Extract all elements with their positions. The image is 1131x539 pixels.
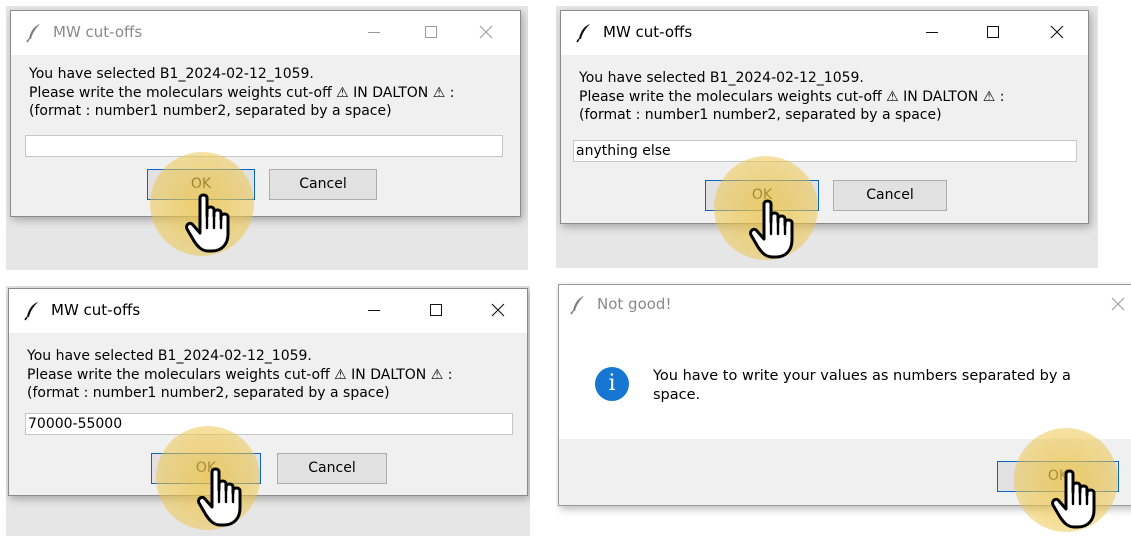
mw-cutoffs-dialog: MW cut-offs You have selected B1_2024-02… (8, 288, 528, 496)
close-icon[interactable] (1042, 17, 1072, 47)
feather-icon (569, 295, 589, 315)
prompt-line-2: Please write the moleculars weights cut-… (29, 84, 455, 101)
prompt-line-1: You have selected B1_2024-02-12_1059. (29, 66, 314, 82)
maximize-icon[interactable] (978, 17, 1008, 47)
screenshot-panel-2: MW cut-offs You have selected B1_2024-02… (556, 6, 1098, 268)
window-title: MW cut-offs (603, 23, 693, 41)
window-title: Not good! (597, 295, 672, 313)
mw-cutoffs-dialog: MW cut-offs You have selected B1_2024-02… (560, 10, 1089, 224)
message-text: You have to write your values as numbers… (653, 368, 1071, 403)
prompt-line-1: You have selected B1_2024-02-12_1059. (27, 348, 312, 364)
prompt-line-3: (format : number1 number2, separated by … (27, 385, 390, 401)
screenshot-panel-3: MW cut-offs You have selected B1_2024-02… (6, 286, 530, 536)
feather-icon (23, 301, 43, 321)
minimize-icon[interactable] (359, 17, 389, 47)
title-bar[interactable]: MW cut-offs (561, 11, 1088, 55)
cutoff-input[interactable] (25, 135, 503, 157)
window-title: MW cut-offs (51, 301, 141, 319)
cutoff-input[interactable]: anything else (573, 140, 1077, 162)
hand-pointer-icon (748, 198, 798, 260)
prompt-line-3: (format : number1 number2, separated by … (29, 103, 392, 119)
info-icon: i (595, 367, 629, 401)
feather-icon (25, 23, 45, 43)
prompt-line-2: Please write the moleculars weights cut-… (579, 88, 1005, 105)
window-title: MW cut-offs (53, 23, 143, 41)
message-area: i You have to write your values as numbe… (559, 325, 1131, 439)
close-icon[interactable] (471, 17, 501, 47)
title-bar[interactable]: MW cut-offs (11, 11, 520, 55)
feather-icon (575, 23, 595, 43)
hand-pointer-icon (184, 192, 234, 254)
cancel-button[interactable]: Cancel (269, 169, 377, 200)
screenshot-panel-4: Not good! i You have to write your value… (556, 282, 1131, 539)
prompt-text: You have selected B1_2024-02-12_1059. Pl… (579, 69, 1004, 125)
title-bar[interactable]: MW cut-offs (9, 289, 527, 333)
cancel-button[interactable]: Cancel (833, 180, 947, 211)
cutoff-input[interactable]: 70000-55000 (25, 413, 513, 435)
prompt-text: You have selected B1_2024-02-12_1059. Pl… (27, 347, 452, 403)
maximize-icon[interactable] (421, 295, 451, 325)
minimize-icon[interactable] (917, 17, 947, 47)
screenshot-panel-1: MW cut-offs You have selected B1_2024-02… (6, 6, 528, 270)
close-icon[interactable] (1103, 289, 1131, 319)
mw-cutoffs-dialog: MW cut-offs You have selected B1_2024-02… (10, 10, 521, 217)
maximize-icon[interactable] (416, 17, 446, 47)
prompt-text: You have selected B1_2024-02-12_1059. Pl… (29, 65, 454, 121)
title-bar[interactable]: Not good! (559, 285, 1131, 325)
cancel-button[interactable]: Cancel (277, 453, 387, 484)
hand-pointer-icon (196, 466, 246, 528)
prompt-line-1: You have selected B1_2024-02-12_1059. (579, 70, 864, 86)
prompt-line-2: Please write the moleculars weights cut-… (27, 366, 453, 383)
minimize-icon[interactable] (359, 295, 389, 325)
hand-pointer-icon (1050, 468, 1100, 530)
close-icon[interactable] (483, 295, 513, 325)
prompt-line-3: (format : number1 number2, separated by … (579, 107, 942, 123)
